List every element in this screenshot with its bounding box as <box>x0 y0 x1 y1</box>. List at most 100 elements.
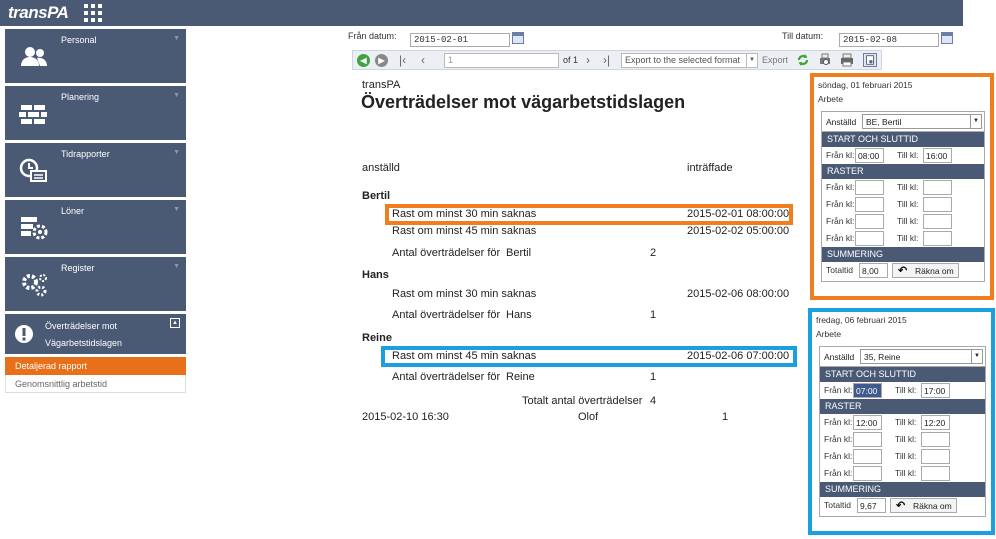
footer-user: Olof <box>578 411 599 423</box>
panel-date: fredag, 06 februari 2015 <box>816 315 907 325</box>
export-button[interactable]: Export <box>762 55 788 65</box>
print-preview-icon[interactable] <box>818 53 832 67</box>
chevron-down-icon: ▼ <box>173 92 180 99</box>
break-to-input[interactable] <box>923 197 952 212</box>
calendar-icon[interactable] <box>941 32 953 44</box>
app-logo[interactable]: transPA <box>8 3 69 23</box>
end-time-input[interactable]: 16:00 <box>923 148 952 163</box>
app-grid-icon[interactable] <box>84 4 102 22</box>
sub-item-detaljerad-rapport[interactable]: Detaljerad rapport <box>5 357 186 375</box>
sidebar-item-label: Register <box>61 263 95 273</box>
export-format-select[interactable]: Export to the selected format ▼ <box>621 53 758 68</box>
previous-page-icon[interactable]: ‹ <box>421 53 425 67</box>
group-name: Reine <box>362 332 392 344</box>
break-to-input[interactable] <box>923 231 952 246</box>
sidebar-item-tidrapporter[interactable]: Tidrapporter ▼ <box>5 143 186 197</box>
break-to-input[interactable] <box>923 214 952 229</box>
start-time-input[interactable]: 07:00 <box>853 383 882 398</box>
break-from-input[interactable] <box>855 231 884 246</box>
from-label: Från kl: <box>824 468 853 478</box>
sidebar: Personal ▼ Planering ▼ Tidrapporter ▼ Lö… <box>5 29 186 393</box>
sidebar-item-personal[interactable]: Personal ▼ <box>5 29 186 83</box>
label-line-2: Vägarbetstidslagen <box>45 338 123 348</box>
break-to-input[interactable] <box>921 449 950 464</box>
from-label: Från kl: <box>824 434 853 444</box>
chevron-down-icon: ▼ <box>746 54 757 67</box>
employee-select[interactable]: 35, Reine ▼ <box>860 349 983 364</box>
time-entry-panel: söndag, 01 februari 2015 Arbete Anställd… <box>810 73 994 300</box>
first-page-icon[interactable]: |‹ <box>399 53 406 67</box>
total-value: 4 <box>650 395 657 407</box>
settings-list-icon <box>21 217 48 240</box>
sidebar-item-loner[interactable]: Löner ▼ <box>5 200 186 254</box>
section-header: START OCH SLUTTID <box>822 132 984 147</box>
start-time-input[interactable]: 08:00 <box>855 148 884 163</box>
section-header: START OCH SLUTTID <box>820 367 985 382</box>
to-label: Till kl: <box>897 233 919 243</box>
last-page-icon[interactable]: ›| <box>603 53 610 67</box>
from-label: Från kl: <box>826 233 855 243</box>
from-label: Från kl: <box>824 385 853 395</box>
footer-page: 1 <box>722 411 729 423</box>
recalculate-button[interactable]: ↶ Räkna om <box>890 498 957 513</box>
employee-select[interactable]: BE, Bertil ▼ <box>862 114 982 129</box>
break-from-input[interactable] <box>855 214 884 229</box>
break-to-input[interactable] <box>921 432 950 447</box>
time-entry-panel: fredag, 06 februari 2015 Arbete Anställd… <box>808 308 995 535</box>
total-time-input[interactable]: 9,67 <box>857 498 886 513</box>
from-label: Från kl: <box>824 451 853 461</box>
from-date-field[interactable]: 2015-02-01 <box>410 33 510 47</box>
sidebar-item-label: Löner <box>61 206 85 216</box>
sidebar-item-label: Överträdelser mot Vägarbetstidslagen <box>45 318 122 352</box>
report-toolbar: ◀ ▶ |‹ ‹ 1 of 1 › ›| Export to the selec… <box>352 50 882 70</box>
column-header-occurred: inträffade <box>687 162 733 174</box>
back-icon[interactable]: ◀ <box>357 54 370 67</box>
sidebar-item-planering[interactable]: Planering ▼ <box>5 86 186 140</box>
from-label: Från kl: <box>824 417 853 427</box>
recalculate-button[interactable]: ↶ Räkna om <box>892 263 959 278</box>
sub-item-genomsnittlig-arbetstid[interactable]: Genomsnittlig arbetstid <box>5 375 186 393</box>
panel-form: Anställd BE, Bertil ▼ START OCH SLUTTID … <box>821 111 985 282</box>
highlight-box <box>381 346 797 367</box>
return-arrow-icon: ↶ <box>898 265 908 277</box>
break-from-input[interactable] <box>855 197 884 212</box>
panel-form: Anställd 35, Reine ▼ START OCH SLUTTID F… <box>819 346 986 517</box>
panel-type: Arbete <box>818 94 844 104</box>
forward-icon[interactable]: ▶ <box>375 54 388 67</box>
collapse-button[interactable]: ▲ <box>170 318 180 328</box>
panel-type: Arbete <box>816 329 842 339</box>
calendar-icon[interactable] <box>512 32 524 44</box>
break-from-input[interactable] <box>853 432 882 447</box>
sidebar-item-overtradelser[interactable]: Överträdelser mot Vägarbetstidslagen ▲ <box>5 314 186 354</box>
exclamation-icon <box>15 325 33 343</box>
break-from-input[interactable] <box>853 466 882 481</box>
page-number-input[interactable]: 1 <box>444 53 559 68</box>
break-from-input[interactable] <box>853 449 882 464</box>
sidebar-item-register[interactable]: Register ▼ <box>5 257 186 311</box>
next-page-icon[interactable]: › <box>586 53 590 67</box>
to-date-field[interactable]: 2015-02-08 <box>839 33 939 47</box>
print-icon[interactable] <box>840 53 854 67</box>
recalculate-label: Räkna om <box>913 501 952 511</box>
bricks-icon <box>19 105 47 124</box>
total-time-input[interactable]: 8,00 <box>859 263 888 278</box>
break-from-input[interactable]: 12:00 <box>853 415 882 430</box>
sidebar-item-label: Personal <box>61 35 97 45</box>
from-date-label: Från datum: <box>348 31 397 41</box>
break-from-input[interactable] <box>855 180 884 195</box>
violation-time: 2015-02-02 05:00:00 <box>687 225 790 237</box>
count-value: 1 <box>650 371 657 383</box>
break-to-input[interactable] <box>921 466 950 481</box>
sidebar-item-label: Planering <box>61 92 100 102</box>
chevron-down-icon: ▼ <box>971 350 982 363</box>
end-time-input[interactable]: 17:00 <box>921 383 950 398</box>
break-to-input[interactable]: 12:20 <box>921 415 950 430</box>
highlight-box <box>385 204 793 225</box>
break-to-input[interactable] <box>923 180 952 195</box>
export-format-value: Export to the selected format <box>625 55 741 65</box>
page-setup-icon[interactable] <box>863 53 877 67</box>
section-header: SUMMERING <box>822 247 984 262</box>
refresh-icon[interactable] <box>796 53 810 67</box>
count-value: 1 <box>650 309 657 321</box>
report-company: transPA <box>362 79 401 91</box>
